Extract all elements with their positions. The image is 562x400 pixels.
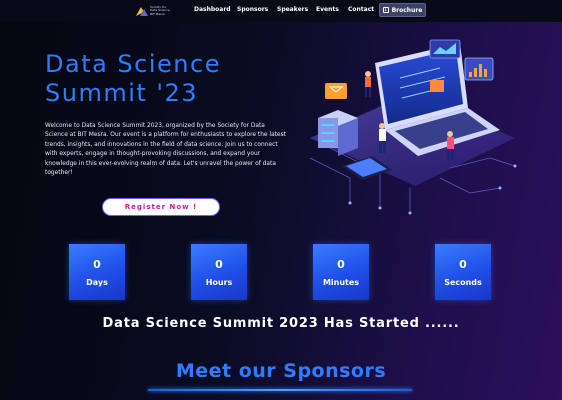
countdown-days-value: 0 xyxy=(93,257,101,271)
title-line-1: Data Science xyxy=(45,50,221,78)
countdown-seconds-value: 0 xyxy=(459,257,467,271)
sponsors-heading: Meet our Sponsors xyxy=(175,360,387,382)
countdown-seconds-label: Seconds xyxy=(444,277,482,287)
nav-link-speakers[interactable]: Speakers xyxy=(277,6,308,13)
countdown-hours-label: Hours xyxy=(205,277,233,287)
register-button[interactable]: Register Now ! xyxy=(102,198,220,216)
event-status-text: Data Science Summit 2023 Has Started ...… xyxy=(102,316,460,331)
countdown-hours-value: 0 xyxy=(215,257,223,271)
top-navbar: Society for Data Science BIT Mesra Dashb… xyxy=(0,0,562,22)
nav-link-sponsors[interactable]: Sponsors xyxy=(237,6,268,13)
brochure-label: Brochure xyxy=(391,6,423,14)
countdown-days-label: Days xyxy=(86,277,108,287)
nav-link-dashboard[interactable]: Dashboard xyxy=(194,6,231,13)
nav-link-events[interactable]: Events xyxy=(316,6,339,13)
logo-icon xyxy=(136,7,148,16)
hero-description: Welcome to Data Science Summit 2023, org… xyxy=(45,123,286,177)
page-title: Data Science Summit '23 xyxy=(45,50,221,108)
site-logo[interactable]: Society for Data Science BIT Mesra xyxy=(136,5,176,17)
countdown-minutes-value: 0 xyxy=(337,257,345,271)
countdown-days: 0 Days xyxy=(69,244,125,300)
countdown-hours: 0 Hours xyxy=(191,244,247,300)
heading-underline xyxy=(148,389,412,391)
download-icon: ↓ xyxy=(382,7,389,13)
data-science-illustration xyxy=(309,39,517,215)
nav-link-contact[interactable]: Contact xyxy=(348,6,374,13)
countdown-minutes-label: Minutes xyxy=(322,277,360,287)
brochure-button[interactable]: ↓ Brochure xyxy=(379,3,426,17)
countdown-minutes: 0 Minutes xyxy=(313,244,369,300)
logo-text: Society for Data Science BIT Mesra xyxy=(150,4,170,16)
title-line-2: Summit '23 xyxy=(45,79,199,107)
countdown-seconds: 0 Seconds xyxy=(435,244,491,300)
